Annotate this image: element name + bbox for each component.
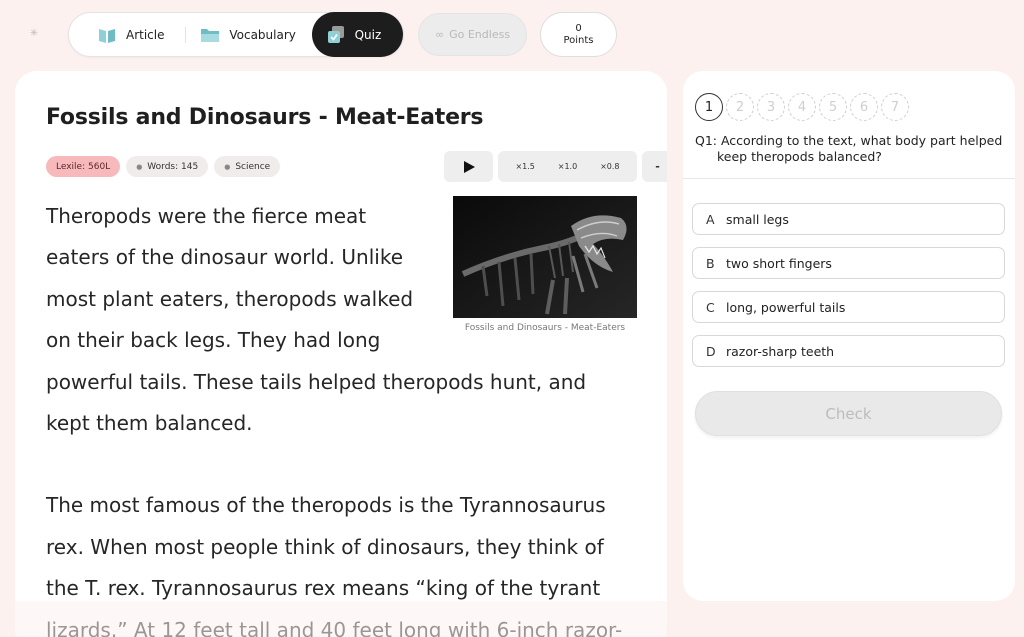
lexile-badge: Lexile: 560L xyxy=(46,156,121,177)
answer-option-d[interactable]: D razor-sharp teeth xyxy=(692,335,1005,367)
play-icon xyxy=(463,160,475,173)
question-number-6[interactable]: 6 xyxy=(850,93,878,121)
option-letter: C xyxy=(706,299,715,315)
play-button[interactable] xyxy=(444,151,493,182)
answer-option-b[interactable]: B two short fingers xyxy=(692,247,1005,279)
question-text: Q1: According to the text, what body par… xyxy=(695,133,1003,164)
quiz-check-icon xyxy=(326,25,346,45)
question-number-7[interactable]: 7 xyxy=(881,93,909,121)
option-letter: D xyxy=(706,343,716,359)
question-number-list: 1 2 3 4 5 6 7 xyxy=(695,93,909,121)
speed-0-8-button[interactable]: ×0.8 xyxy=(597,158,622,175)
question-number-5[interactable]: 5 xyxy=(819,93,847,121)
tab-vocabulary[interactable]: Vocabulary xyxy=(186,12,311,57)
option-text: small legs xyxy=(726,211,789,227)
answer-option-a[interactable]: A small legs xyxy=(692,203,1005,235)
question-number-2[interactable]: 2 xyxy=(726,93,754,121)
speed-1-0-button[interactable]: ×1.0 xyxy=(555,158,580,175)
tab-article-label: Article xyxy=(126,27,165,42)
question-number-4[interactable]: 4 xyxy=(788,93,816,121)
article-card: Fossils and Dinosaurs - Meat-Eaters Lexi… xyxy=(15,71,667,637)
check-button[interactable]: Check xyxy=(695,391,1002,436)
go-endless-label: Go Endless xyxy=(449,28,511,41)
points-counter: 0 Points xyxy=(540,12,617,57)
app-page: ✳ Article Vocabulary Quiz ∞ Go Endless 0… xyxy=(0,0,1024,637)
go-endless-button[interactable]: ∞ Go Endless xyxy=(418,13,527,56)
bottom-fade-overlay xyxy=(0,601,1024,637)
answer-options: A small legs B two short fingers C long,… xyxy=(692,203,1005,379)
option-text: razor-sharp teeth xyxy=(726,343,835,359)
folder-icon xyxy=(200,25,220,45)
word-count-badge: ● Words: 145 xyxy=(126,156,209,177)
word-count-label: Words: 145 xyxy=(147,161,199,172)
option-letter: A xyxy=(706,211,715,227)
speed-selector: ×1.5 ×1.0 ×0.8 xyxy=(498,151,637,182)
question-divider xyxy=(683,178,1015,179)
article-title: Fossils and Dinosaurs - Meat-Eaters xyxy=(46,105,484,130)
option-letter: B xyxy=(706,255,715,271)
option-text: two short fingers xyxy=(726,255,832,271)
article-badges: Lexile: 560L ● Words: 145 ● Science xyxy=(46,156,281,177)
book-icon xyxy=(97,25,117,45)
option-text: long, powerful tails xyxy=(726,299,846,315)
answer-option-c[interactable]: C long, powerful tails xyxy=(692,291,1005,323)
mode-tabs: Article Vocabulary Quiz xyxy=(68,12,404,57)
menu-dot-icon[interactable]: ✳ xyxy=(29,29,39,39)
tab-quiz-label: Quiz xyxy=(354,27,382,42)
bullet-icon: ● xyxy=(136,162,143,171)
infinity-icon: ∞ xyxy=(434,28,445,41)
subject-badge: ● Science xyxy=(214,156,281,177)
tab-quiz[interactable]: Quiz xyxy=(311,12,403,57)
article-body: Theropods were the fierce meat eaters of… xyxy=(46,196,636,637)
points-label: Points xyxy=(563,34,594,46)
audio-controls: ×1.5 ×1.0 ×0.8 - xyxy=(444,151,667,182)
bullet-icon: ● xyxy=(224,162,231,171)
decrease-button[interactable]: - xyxy=(642,151,667,182)
figure-spacer xyxy=(426,196,636,361)
tab-vocabulary-label: Vocabulary xyxy=(229,27,296,42)
subject-label: Science xyxy=(235,161,271,172)
speed-1-5-button[interactable]: ×1.5 xyxy=(512,158,537,175)
points-value: 0 xyxy=(575,22,582,34)
question-number-1[interactable]: 1 xyxy=(695,93,723,121)
tab-article[interactable]: Article xyxy=(69,12,185,57)
quiz-panel: 1 2 3 4 5 6 7 Q1: According to the text,… xyxy=(683,71,1015,601)
question-number-3[interactable]: 3 xyxy=(757,93,785,121)
